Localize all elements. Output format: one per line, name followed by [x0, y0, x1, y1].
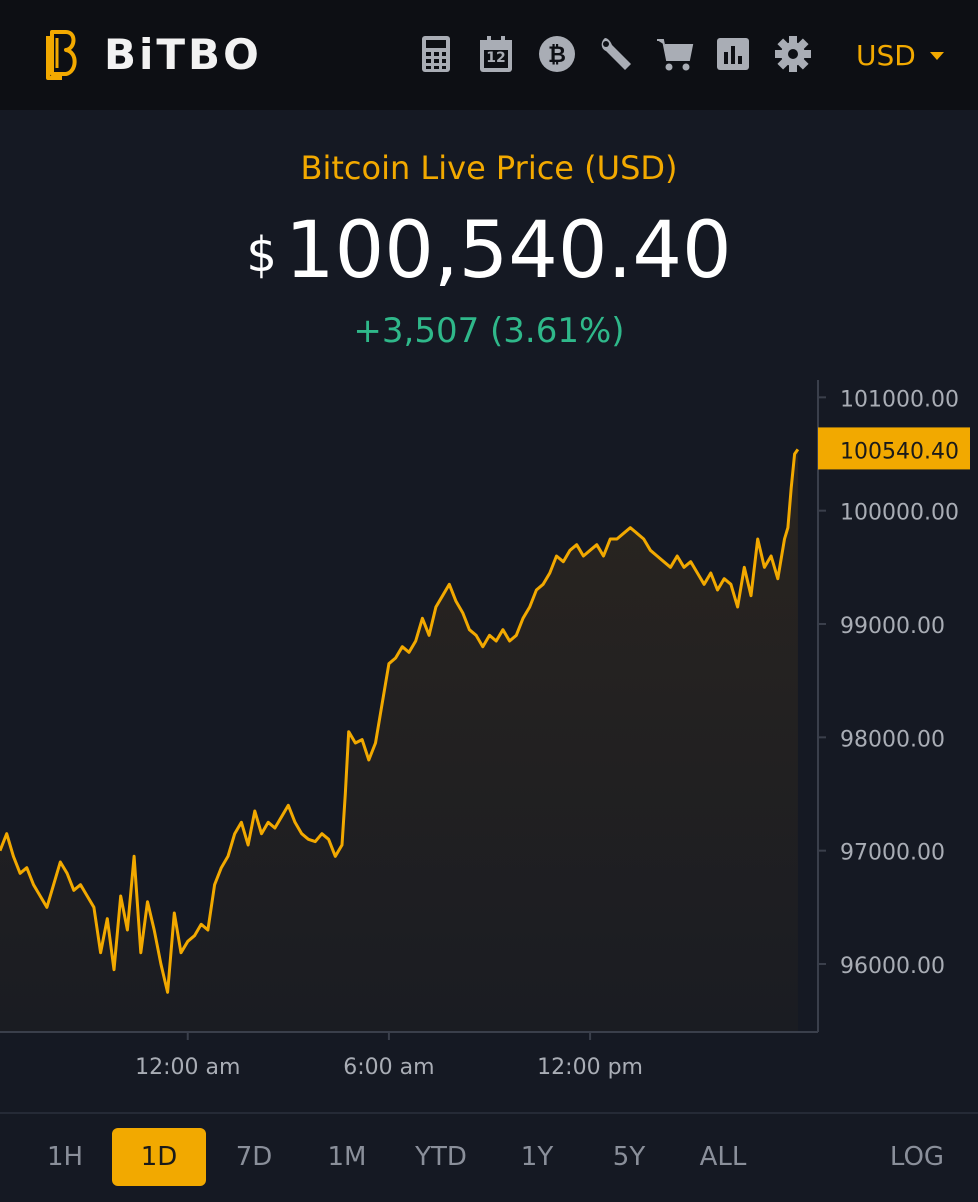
currency-label: USD: [856, 39, 916, 72]
range-button-5y[interactable]: 5Y: [598, 1128, 660, 1186]
range-selector: 1H 1D 7D 1M YTD 1Y 5Y ALL LOG: [0, 1112, 978, 1202]
range-button-1h[interactable]: 1H: [32, 1128, 98, 1186]
calendar-day: 12: [486, 50, 506, 66]
range-button-all[interactable]: ALL: [690, 1128, 756, 1186]
x-tick-label: 12:00 am: [135, 1055, 240, 1080]
y-tick-label: 96000.00: [840, 954, 945, 979]
range-button-7d[interactable]: 7D: [222, 1128, 286, 1186]
range-button-1y[interactable]: 1Y: [506, 1128, 568, 1186]
top-bar: BiTBO 12 ₿ USD: [0, 0, 978, 110]
currency-selector[interactable]: USD: [856, 36, 944, 76]
cart-icon[interactable]: [655, 34, 695, 74]
log-scale-toggle[interactable]: LOG: [880, 1128, 954, 1186]
y-tick-label: 98000.00: [840, 727, 945, 752]
y-tick-label: 99000.00: [840, 614, 945, 639]
calendar-icon[interactable]: 12: [476, 34, 516, 74]
svg-text:₿: ₿: [548, 43, 566, 68]
range-button-1m[interactable]: 1M: [314, 1128, 380, 1186]
range-button-ytd[interactable]: YTD: [404, 1128, 478, 1186]
brand-wordmark[interactable]: BiTBO: [104, 30, 262, 80]
gear-icon[interactable]: [773, 34, 813, 74]
y-tick-label: 101000.00: [840, 387, 959, 412]
wrench-icon[interactable]: [597, 34, 637, 74]
range-button-1d[interactable]: 1D: [112, 1128, 206, 1186]
y-tick-label: 97000.00: [840, 841, 945, 866]
live-price: $100,540.40: [0, 206, 978, 317]
price-chart[interactable]: 101000.00 100000.00 99000.00 98000.00 97000.…: [0, 380, 978, 1100]
currency-symbol: $: [246, 227, 277, 283]
chevron-down-icon: [929, 52, 944, 60]
price-change: +3,507 (3.61%): [353, 311, 625, 351]
x-tick-label: 12:00 pm: [537, 1055, 643, 1080]
price-value: 100,540.40: [284, 206, 732, 296]
page-title: Bitcoin Live Price (USD): [300, 149, 678, 187]
calculator-icon[interactable]: [416, 34, 456, 74]
bar-chart-icon[interactable]: [713, 34, 753, 74]
bitcoin-icon[interactable]: ₿: [537, 34, 577, 74]
y-tick-label: 100000.00: [840, 501, 959, 526]
x-tick-label: 6:00 am: [343, 1055, 434, 1080]
current-price-label: 100540.40: [840, 439, 959, 464]
bitbo-logo-icon[interactable]: [44, 26, 84, 82]
price-area: [0, 449, 798, 1032]
